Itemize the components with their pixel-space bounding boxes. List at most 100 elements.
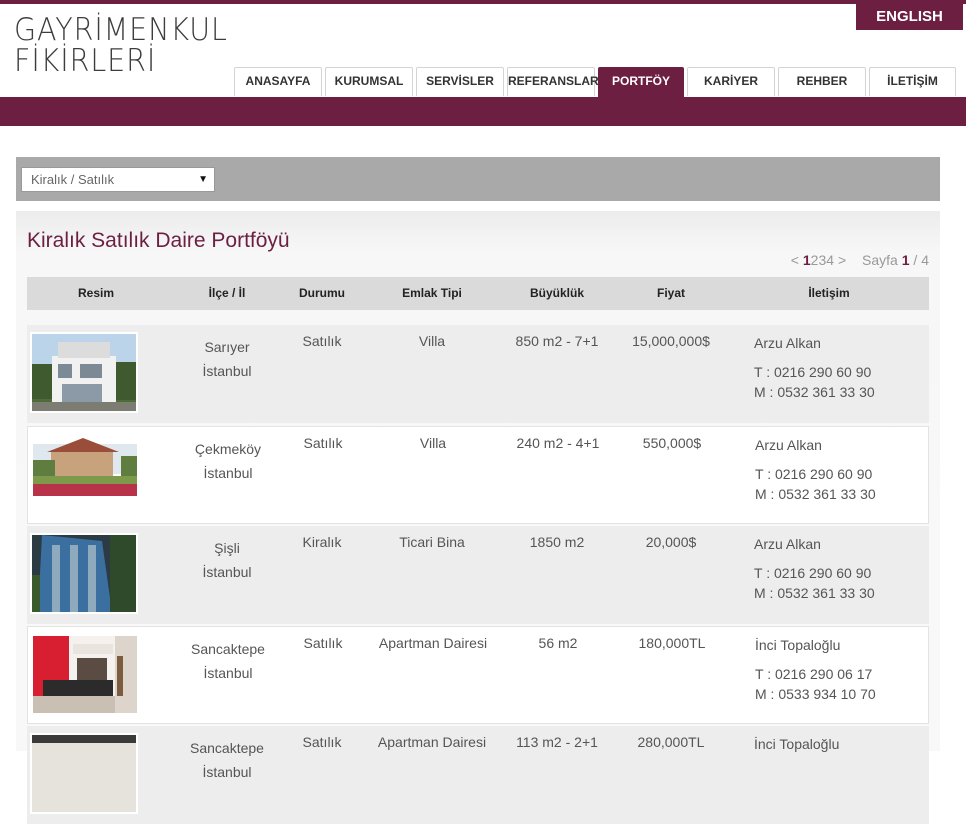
pager-next[interactable]: > [838, 252, 846, 268]
district: Sancaktepe [190, 740, 264, 756]
size-cell: 113 m2 - 2+1 [516, 734, 598, 750]
nav-anasayfa[interactable]: ANASAYFA [234, 67, 322, 96]
city: İstanbul [202, 564, 252, 580]
location-cell: Sancaktepe İstanbul [172, 736, 282, 784]
city: İstanbul [202, 764, 252, 780]
col-emlak-tipi: Emlak Tipi [402, 286, 462, 300]
agent-name: İnci Topaloğlu [754, 736, 840, 752]
property-photo[interactable] [31, 634, 139, 715]
type-cell: Ticari Bina [399, 534, 465, 550]
table-row[interactable]: Şişli İstanbul Kiralık Ticari Bina 1850 … [27, 526, 929, 624]
size-cell: 850 m2 - 7+1 [515, 333, 599, 349]
price-cell: 20,000$ [645, 534, 697, 550]
col-buyukluk: Büyüklük [529, 286, 584, 300]
table-header: Resim İlçe / İl Durumu Emlak Tipi Büyükl… [27, 277, 929, 310]
table-row[interactable]: Sancaktepe İstanbul Satılık Apartman Dai… [27, 726, 929, 824]
location-cell: Sancaktepe İstanbul [173, 637, 283, 685]
agent-name: İnci Topaloğlu [755, 637, 841, 653]
status-cell: Satılık [302, 333, 342, 349]
col-resim: Resim [77, 286, 115, 300]
logo[interactable]: GAYRİMENKUL FİKİRLERİ [14, 12, 228, 79]
phone: T : 0216 290 60 90 [754, 565, 872, 581]
agent-name: Arzu Alkan [754, 536, 821, 552]
pager-prev[interactable]: < [791, 252, 799, 268]
page-title: Kiralık Satılık Daire Portföyü [27, 229, 290, 252]
size-cell: 1850 m2 [529, 534, 585, 550]
district: Sarıyer [204, 339, 250, 355]
nav-rehber[interactable]: REHBER [778, 67, 866, 96]
price-cell: 550,000$ [642, 435, 702, 451]
location-cell: Sarıyer İstanbul [172, 335, 282, 383]
rent-sale-select-value: Kiralık / Satılık [31, 172, 115, 187]
col-fiyat: Fiyat [656, 286, 685, 300]
table-row[interactable]: Çekmeköy İstanbul Satılık Villa 240 m2 -… [27, 426, 929, 524]
mobile: M : 0532 361 33 30 [754, 585, 875, 601]
phone: T : 0216 290 60 90 [755, 466, 873, 482]
size-cell: 240 m2 - 4+1 [516, 435, 600, 451]
agent-name: Arzu Alkan [755, 437, 822, 453]
price-cell: 15,000,000$ [632, 333, 710, 349]
city: İstanbul [203, 465, 253, 481]
nav-iletisim[interactable]: İLETİŞİM [869, 67, 956, 96]
pager-separator: / [913, 252, 918, 268]
pager-current: 1 [901, 252, 910, 268]
top-accent-line [0, 0, 966, 4]
location-cell: Şişli İstanbul [172, 536, 282, 584]
type-cell: Villa [418, 333, 446, 349]
chevron-down-icon: ▼ [198, 174, 208, 185]
city: İstanbul [202, 363, 252, 379]
logo-line-2: FİKİRLERİ [14, 43, 157, 79]
mobile: M : 0532 361 33 30 [754, 384, 875, 400]
nav-kurumsal[interactable]: KURUMSAL [325, 67, 413, 96]
logo-line-1: GAYRİMENKUL [14, 12, 228, 48]
property-photo[interactable] [30, 332, 138, 413]
mobile: M : 0533 934 10 70 [755, 686, 876, 702]
size-cell: 56 m2 [538, 635, 578, 651]
contact-cell: Arzu Alkan T : 0216 290 60 90 M : 0532 3… [754, 333, 924, 402]
nav-referanslar[interactable]: REFERANSLAR [507, 67, 599, 96]
phone: T : 0216 290 06 17 [755, 666, 873, 682]
contact-cell: İnci Topaloğlu T : 0216 290 06 17 M : 05… [755, 635, 925, 704]
col-ilce-il: İlçe / İl [208, 286, 246, 300]
pagination: < 1234 > Sayfa 1 / 4 [791, 252, 929, 268]
header-band [0, 97, 966, 126]
price-cell: 280,000TL [637, 734, 705, 750]
status-cell: Satılık [303, 435, 343, 451]
pager-page-1[interactable]: 1 [803, 252, 811, 268]
agent-name: Arzu Alkan [754, 335, 821, 351]
district: Sancaktepe [191, 641, 265, 657]
pager-total: 4 [921, 252, 929, 268]
pager-page-label: Sayfa [862, 252, 898, 268]
property-photo[interactable] [30, 733, 138, 814]
rent-sale-select[interactable]: Kiralık / Satılık ▼ [21, 167, 215, 192]
status-cell: Satılık [302, 734, 342, 750]
english-language-button[interactable]: ENGLISH [856, 4, 963, 30]
portfolio-panel: Kiralık Satılık Daire Portföyü < 1234 > … [16, 211, 940, 824]
property-photo[interactable] [31, 434, 139, 515]
type-cell: Apartman Dairesi [378, 635, 488, 651]
type-cell: Villa [419, 435, 447, 451]
type-cell: Apartman Dairesi [377, 734, 487, 750]
city: İstanbul [203, 665, 253, 681]
nav-kariyer[interactable]: KARİYER [687, 67, 775, 96]
status-cell: Satılık [303, 635, 343, 651]
price-cell: 180,000TL [638, 635, 706, 651]
nav-portfoy[interactable]: PORTFÖY [598, 67, 684, 97]
filter-bar: Kiralık / Satılık ▼ [16, 157, 940, 201]
contact-cell: İnci Topaloğlu [754, 734, 924, 754]
location-cell: Çekmeköy İstanbul [173, 437, 283, 485]
district: Çekmeköy [194, 441, 262, 457]
phone: T : 0216 290 60 90 [754, 364, 872, 380]
mobile: M : 0532 361 33 30 [755, 486, 876, 502]
district: Şişli [214, 540, 240, 556]
property-photo[interactable] [30, 533, 138, 614]
col-durumu: Durumu [299, 286, 345, 300]
col-iletisim: İletişim [808, 286, 850, 300]
table-row[interactable]: Sarıyer İstanbul Satılık Villa 850 m2 - … [27, 325, 929, 423]
contact-cell: Arzu Alkan T : 0216 290 60 90 M : 0532 3… [755, 435, 925, 504]
table-row[interactable]: Sancaktepe İstanbul Satılık Apartman Dai… [27, 626, 929, 724]
nav-servisler[interactable]: SERVİSLER [416, 67, 504, 96]
contact-cell: Arzu Alkan T : 0216 290 60 90 M : 0532 3… [754, 534, 924, 603]
status-cell: Kiralık [302, 534, 342, 550]
pager-page-4[interactable]: 4 [826, 252, 834, 268]
